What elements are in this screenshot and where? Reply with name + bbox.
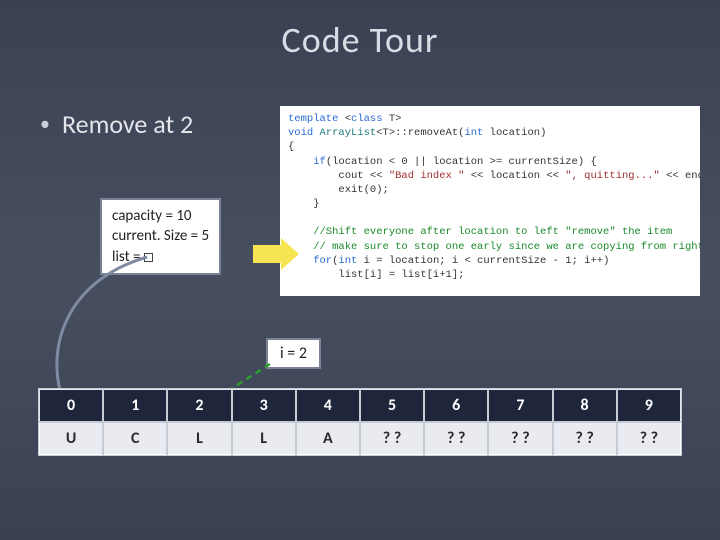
cell: A bbox=[296, 422, 360, 455]
cell: U bbox=[39, 422, 103, 455]
col-header: 3 bbox=[232, 389, 296, 422]
i-value-box: i = 2 bbox=[266, 338, 321, 369]
cell: ? ? bbox=[617, 422, 681, 455]
bullet-dot-icon: • bbox=[40, 112, 50, 136]
col-header: 9 bbox=[617, 389, 681, 422]
pointer-box-icon bbox=[144, 253, 153, 262]
bullet-item: • Remove at 2 bbox=[40, 108, 193, 140]
highlight-arrow-icon bbox=[253, 238, 299, 270]
capacity-line: capacity = 10 bbox=[112, 206, 209, 226]
cell: ? ? bbox=[424, 422, 488, 455]
state-info-box: capacity = 10 current. Size = 5 list = bbox=[100, 198, 221, 275]
cell: ? ? bbox=[553, 422, 617, 455]
array-table: 0 1 2 3 4 5 6 7 8 9 U C L L A ? ? ? ? ? … bbox=[38, 388, 682, 456]
cell: C bbox=[103, 422, 167, 455]
col-header: 2 bbox=[167, 389, 231, 422]
cell: ? ? bbox=[488, 422, 552, 455]
slide-title: Code Tour bbox=[0, 0, 720, 62]
table-header-row: 0 1 2 3 4 5 6 7 8 9 bbox=[39, 389, 681, 422]
col-header: 4 bbox=[296, 389, 360, 422]
col-header: 7 bbox=[488, 389, 552, 422]
col-header: 0 bbox=[39, 389, 103, 422]
bullet-text: Remove at 2 bbox=[62, 108, 193, 140]
col-header: 6 bbox=[424, 389, 488, 422]
cell: ? ? bbox=[360, 422, 424, 455]
col-header: 5 bbox=[360, 389, 424, 422]
table-row: U C L L A ? ? ? ? ? ? ? ? ? ? bbox=[39, 422, 681, 455]
cell: L bbox=[232, 422, 296, 455]
list-line: list = bbox=[112, 247, 209, 267]
cell: L bbox=[167, 422, 231, 455]
size-line: current. Size = 5 bbox=[112, 226, 209, 246]
code-snippet: template <class T> void ArrayList<T>::re… bbox=[280, 106, 700, 296]
col-header: 8 bbox=[553, 389, 617, 422]
col-header: 1 bbox=[103, 389, 167, 422]
